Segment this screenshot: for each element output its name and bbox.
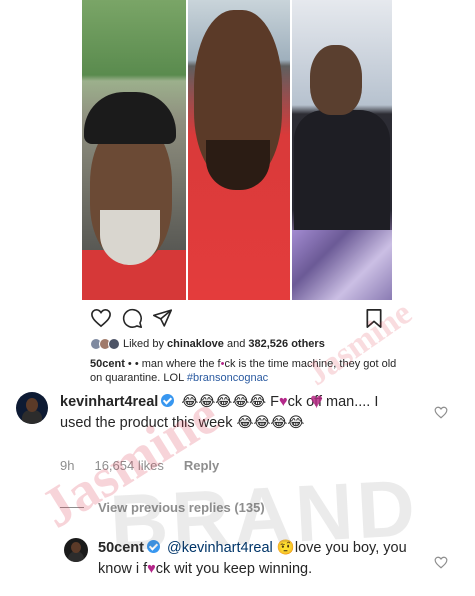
- likes-row: Liked by chinaklove and 382,526 others: [90, 338, 325, 350]
- liked-by-user[interactable]: chinaklove: [167, 338, 224, 350]
- comment-username[interactable]: kevinhart4real: [60, 394, 158, 410]
- comment-text: kevinhart4real 😂😂😂😂😂 F♥ck off man.... I …: [60, 394, 379, 431]
- comment-meta: 9h 16,654 likes Reply: [60, 458, 219, 473]
- comment-username[interactable]: 50cent: [98, 540, 144, 556]
- divider: [60, 507, 84, 508]
- liked-by-and: and: [226, 338, 246, 350]
- emoji-group: 😂😂😂😂😂: [181, 394, 267, 410]
- bookmark-icon[interactable]: [365, 308, 383, 329]
- post-caption: 50cent • • man where the f•ck is the tim…: [90, 358, 397, 384]
- liked-by-prefix: Liked by: [123, 338, 164, 350]
- comment-likes[interactable]: 16,654 likes: [94, 458, 163, 473]
- emoji: 🤨: [276, 540, 295, 556]
- view-replies-label[interactable]: View previous replies (135): [98, 500, 265, 515]
- post-actions: [90, 308, 390, 332]
- comment-text-part: F: [266, 394, 279, 410]
- comment-text: 50cent @kevinhart4real 🤨love you boy, yo…: [98, 540, 407, 577]
- reply-button[interactable]: Reply: [184, 458, 219, 473]
- censor-heart-icon: ♥: [310, 388, 324, 413]
- emoji-group: 😂😂😂😂: [236, 415, 305, 431]
- verified-badge-icon: [161, 394, 175, 407]
- caption-hashtag[interactable]: #bransoncognac: [187, 372, 268, 384]
- photo-panel-left: [82, 0, 186, 300]
- comment-text-part: ck wit you keep winning.: [155, 561, 313, 577]
- avatar[interactable]: [64, 538, 88, 562]
- likes-count[interactable]: 382,526 others: [248, 338, 324, 350]
- comment-50cent: 50cent @kevinhart4real 🤨love you boy, yo…: [64, 538, 424, 580]
- heart-icon[interactable]: [90, 308, 112, 328]
- photo-panel-center: [188, 0, 290, 300]
- share-icon[interactable]: [152, 308, 173, 328]
- caption-text: • • man where the f: [124, 358, 221, 370]
- verified-badge-icon: [146, 540, 160, 553]
- post-photo: [82, 0, 392, 300]
- caption-username[interactable]: 50cent: [90, 358, 125, 370]
- avatar: [108, 338, 120, 350]
- comment-time: 9h: [60, 458, 75, 473]
- liker-avatars: [90, 338, 120, 350]
- likes-summary[interactable]: Liked by chinaklove and 382,526 others: [123, 338, 325, 350]
- comment-kevinhart: kevinhart4real 😂😂😂😂😂 F♥ck off man.... I …: [16, 392, 396, 434]
- avatar[interactable]: [16, 392, 48, 424]
- comment-like-heart-icon[interactable]: [434, 556, 448, 574]
- comment-icon[interactable]: [122, 308, 143, 329]
- view-replies[interactable]: View previous replies (135): [60, 500, 265, 515]
- comment-mention[interactable]: @kevinhart4real: [167, 540, 273, 556]
- photo-panel-right: [292, 0, 392, 300]
- comment-like-heart-icon[interactable]: [434, 406, 448, 424]
